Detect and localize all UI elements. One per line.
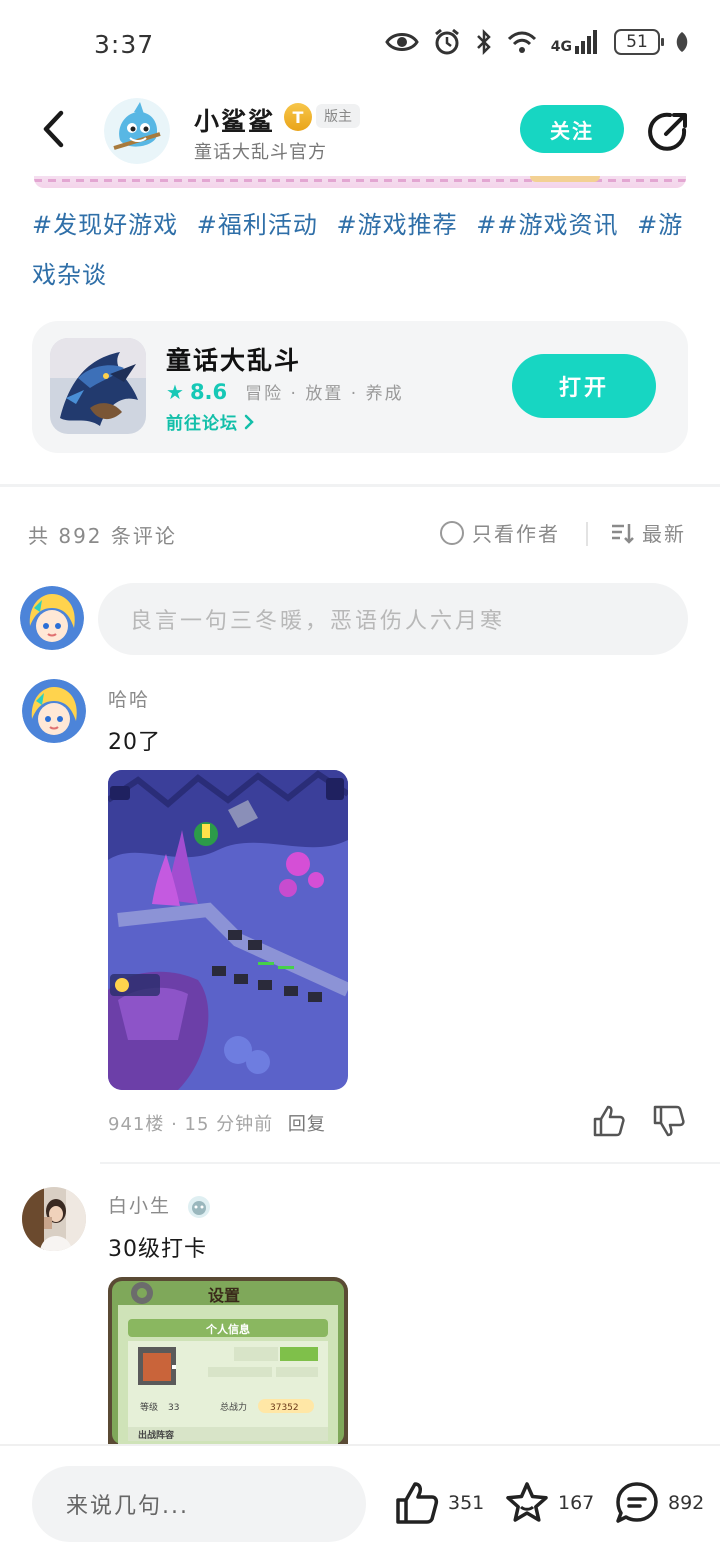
forum-link-label: 前往论坛 (166, 414, 238, 434)
screenshot-settings-title: 设置 (208, 1286, 240, 1305)
status-time: 3:37 (94, 30, 155, 59)
battery-level: 51 (626, 32, 648, 52)
commenter-name[interactable]: 哈哈 (108, 685, 150, 712)
moderator-badge: 版主 (316, 104, 360, 128)
comment-text: 20了 (108, 730, 161, 755)
screenshot-personal-info: 个人信息 (205, 1322, 250, 1336)
sort-separator (586, 522, 588, 546)
game-rating-row: ★ 8.6 冒险 · 放置 · 养成 (166, 379, 404, 405)
author-only-label: 只看作者 (472, 522, 560, 546)
dislike-button[interactable] (652, 1104, 686, 1138)
author-name[interactable]: 小鲨鲨 (194, 102, 275, 138)
thumbs-up-icon (593, 1105, 625, 1137)
tag-welfare-events[interactable]: #福利活动 (197, 211, 318, 239)
favorite-button[interactable]: 167 (504, 1480, 594, 1526)
bottom-comment-input[interactable]: 来说几句... (32, 1466, 366, 1542)
commenter-avatar[interactable] (22, 679, 86, 743)
eye-icon (385, 33, 419, 51)
forum-link[interactable]: 前往论坛 (166, 409, 254, 434)
screenshot-level-label: 等级 (140, 1401, 158, 1413)
favorite-count: 167 (558, 1492, 595, 1514)
author-avatar[interactable] (104, 98, 170, 164)
commenter-name[interactable]: 白小生 (108, 1195, 171, 1217)
share-icon (648, 112, 687, 151)
author-only-toggle[interactable]: 只看作者 (440, 518, 560, 547)
comment-image[interactable] (108, 770, 348, 1090)
screenshot-power-value: 37352 (270, 1403, 299, 1413)
comments-button[interactable]: 892 (614, 1480, 704, 1526)
comment-floor-time: 941楼 · 15 分钟前 (108, 1114, 274, 1135)
game-icon (50, 338, 146, 434)
commenter-name-row: 白小生 (108, 1191, 211, 1219)
game-genres: 冒险 · 放置 · 养成 (245, 384, 404, 404)
radio-circle-icon (440, 520, 464, 545)
star-icon: ★ (166, 379, 184, 404)
current-user-avatar (20, 586, 84, 650)
network-type: 4G (550, 39, 572, 55)
follow-button[interactable]: 关注 (520, 105, 624, 153)
back-button[interactable] (30, 106, 76, 152)
open-game-button[interactable]: 打开 (512, 354, 656, 418)
comment-text: 30级打卡 (108, 1237, 207, 1262)
tag-game-recommend[interactable]: #游戏推荐 (337, 211, 458, 239)
fan-badge-icon (188, 1195, 211, 1218)
like-button[interactable] (592, 1104, 626, 1138)
comment-divider (100, 1162, 720, 1164)
battery-icon: 51 (614, 29, 664, 55)
reply-button[interactable]: 回复 (288, 1114, 326, 1135)
status-bar: 3:37 4G 51 (0, 0, 720, 92)
status-icons: 4G 51 (385, 28, 690, 56)
chevron-right-icon (244, 414, 254, 429)
section-divider (0, 484, 720, 487)
share-button[interactable] (644, 108, 692, 156)
comment-input[interactable]: 良言一句三冬暖，恶语伤人六月寒 (98, 583, 688, 655)
commenter-avatar[interactable] (22, 1187, 86, 1251)
post-banner-edge (34, 176, 686, 188)
sort-button[interactable]: 最新 (610, 518, 686, 547)
bottom-action-bar: 来说几句... 351 167 892 (0, 1444, 720, 1560)
screenshot-power-label: 总战力 (220, 1401, 247, 1413)
tag-game-news[interactable]: ##游戏资讯 (476, 211, 618, 239)
comment-count-bottom: 892 (668, 1492, 705, 1514)
bluetooth-icon (476, 28, 491, 56)
sort-label: 最新 (642, 522, 686, 546)
thumbs-down-icon (653, 1105, 685, 1137)
level-badge: T (284, 103, 312, 131)
game-rating: 8.6 (189, 379, 228, 404)
wifi-icon (507, 31, 536, 53)
comment-count: 共 892 条评论 (28, 524, 177, 548)
sort-icon (612, 523, 634, 544)
game-card[interactable]: 童话大乱斗 ★ 8.6 冒险 · 放置 · 养成 前往论坛 打开 (32, 321, 688, 453)
tag-discover-games[interactable]: #发现好游戏 (32, 211, 178, 239)
like-count: 351 (448, 1492, 485, 1514)
author-subtitle: 童话大乱斗官方 (194, 142, 327, 163)
leaf-icon (676, 32, 688, 52)
post-header: 小鲨鲨 T 版主 童话大乱斗官方 关注 (0, 92, 720, 178)
tag-list: #发现好游戏 #福利活动 #游戏推荐 ##游戏资讯 #游戏杂谈 (32, 200, 688, 300)
like-post-button[interactable]: 351 (394, 1480, 484, 1526)
chevron-left-icon (43, 110, 64, 148)
screenshot-level-value: 33 (168, 1403, 179, 1413)
game-name: 童话大乱斗 (166, 346, 302, 375)
star-icon (506, 1482, 548, 1522)
thumbs-up-icon (396, 1482, 439, 1524)
comment-meta: 941楼 · 15 分钟前 回复 (108, 1110, 326, 1136)
alarm-icon (434, 28, 459, 55)
chat-bubble-icon (616, 1482, 658, 1523)
signal-icon: 4G (551, 30, 600, 54)
comment-image[interactable]: 设置 个人信息 等级 33 总战力 37352 出战阵容 (108, 1277, 348, 1444)
screenshot-lineup-label: 出战阵容 (138, 1429, 174, 1441)
